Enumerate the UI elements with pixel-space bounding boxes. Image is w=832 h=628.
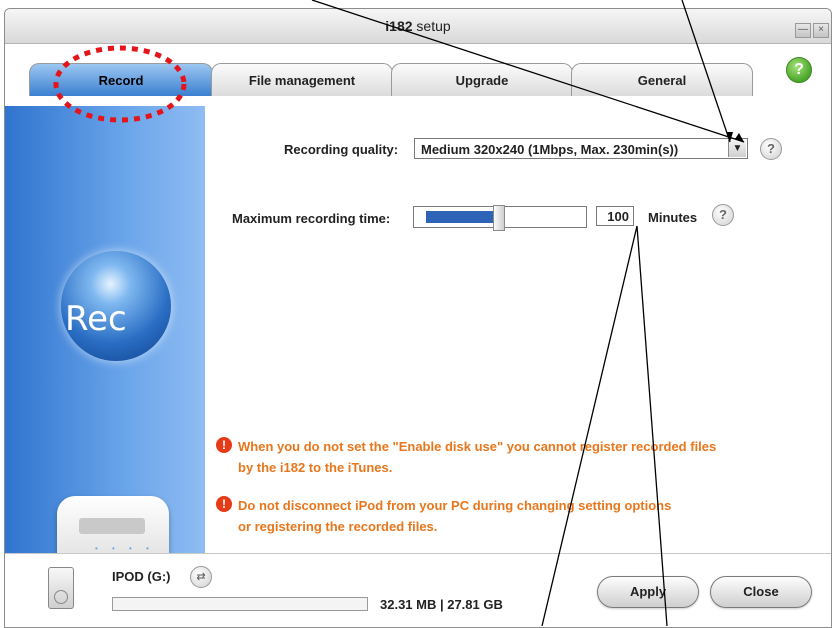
- title-bar: i182 setup — ×: [5, 9, 831, 44]
- recording-quality-select[interactable]: Medium 320x240 (1Mbps, Max. 230min(s)) ▼: [414, 138, 748, 159]
- quality-help-icon[interactable]: ?: [760, 138, 782, 160]
- slider-thumb[interactable]: [493, 205, 505, 231]
- storage-progress: [112, 597, 368, 611]
- tab-upgrade[interactable]: Upgrade: [391, 63, 573, 96]
- minutes-unit-label: Minutes: [648, 210, 698, 225]
- status-bar: [5, 553, 831, 627]
- max-recording-time-slider[interactable]: [413, 205, 587, 231]
- close-icon[interactable]: ×: [813, 23, 829, 38]
- chevron-down-icon[interactable]: ▼: [728, 140, 746, 157]
- recording-quality-label: Recording quality:: [284, 142, 399, 157]
- minimize-icon[interactable]: —: [795, 23, 811, 38]
- warning-line: When you do not set the "Enable disk use…: [238, 439, 717, 454]
- warning-line: by the i182 to the iTunes.: [238, 460, 393, 475]
- max-recording-time-input[interactable]: 100: [596, 206, 634, 226]
- slider-fill: [426, 211, 493, 223]
- warning-line: Do not disconnect iPod from your PC duri…: [238, 498, 672, 513]
- max-time-help-icon[interactable]: ?: [712, 204, 734, 226]
- tab-general[interactable]: General: [571, 63, 753, 96]
- apply-button[interactable]: Apply: [597, 576, 699, 608]
- storage-text: 32.31 MB | 27.81 GB: [380, 597, 503, 612]
- help-icon[interactable]: ?: [786, 57, 812, 83]
- device-label: IPOD (G:): [112, 569, 171, 584]
- tab-record[interactable]: Record: [29, 63, 213, 96]
- warning-icon: !: [216, 496, 232, 512]
- record-settings-panel: [205, 106, 831, 553]
- close-button[interactable]: Close: [710, 576, 812, 608]
- window-title: i182 setup: [385, 18, 451, 34]
- max-recording-time-label: Maximum recording time:: [232, 211, 391, 226]
- warning-line: or registering the recorded files.: [238, 519, 438, 534]
- warning-icon: !: [216, 437, 232, 453]
- warning-disk-use: ! When you do not set the "Enable disk u…: [216, 436, 717, 478]
- ipod-icon: [48, 567, 74, 609]
- rec-label: Rec: [65, 299, 127, 339]
- warning-disconnect: ! Do not disconnect iPod from your PC du…: [216, 495, 672, 537]
- tab-file-management[interactable]: File management: [211, 63, 393, 96]
- sync-icon[interactable]: ⇄: [190, 566, 212, 588]
